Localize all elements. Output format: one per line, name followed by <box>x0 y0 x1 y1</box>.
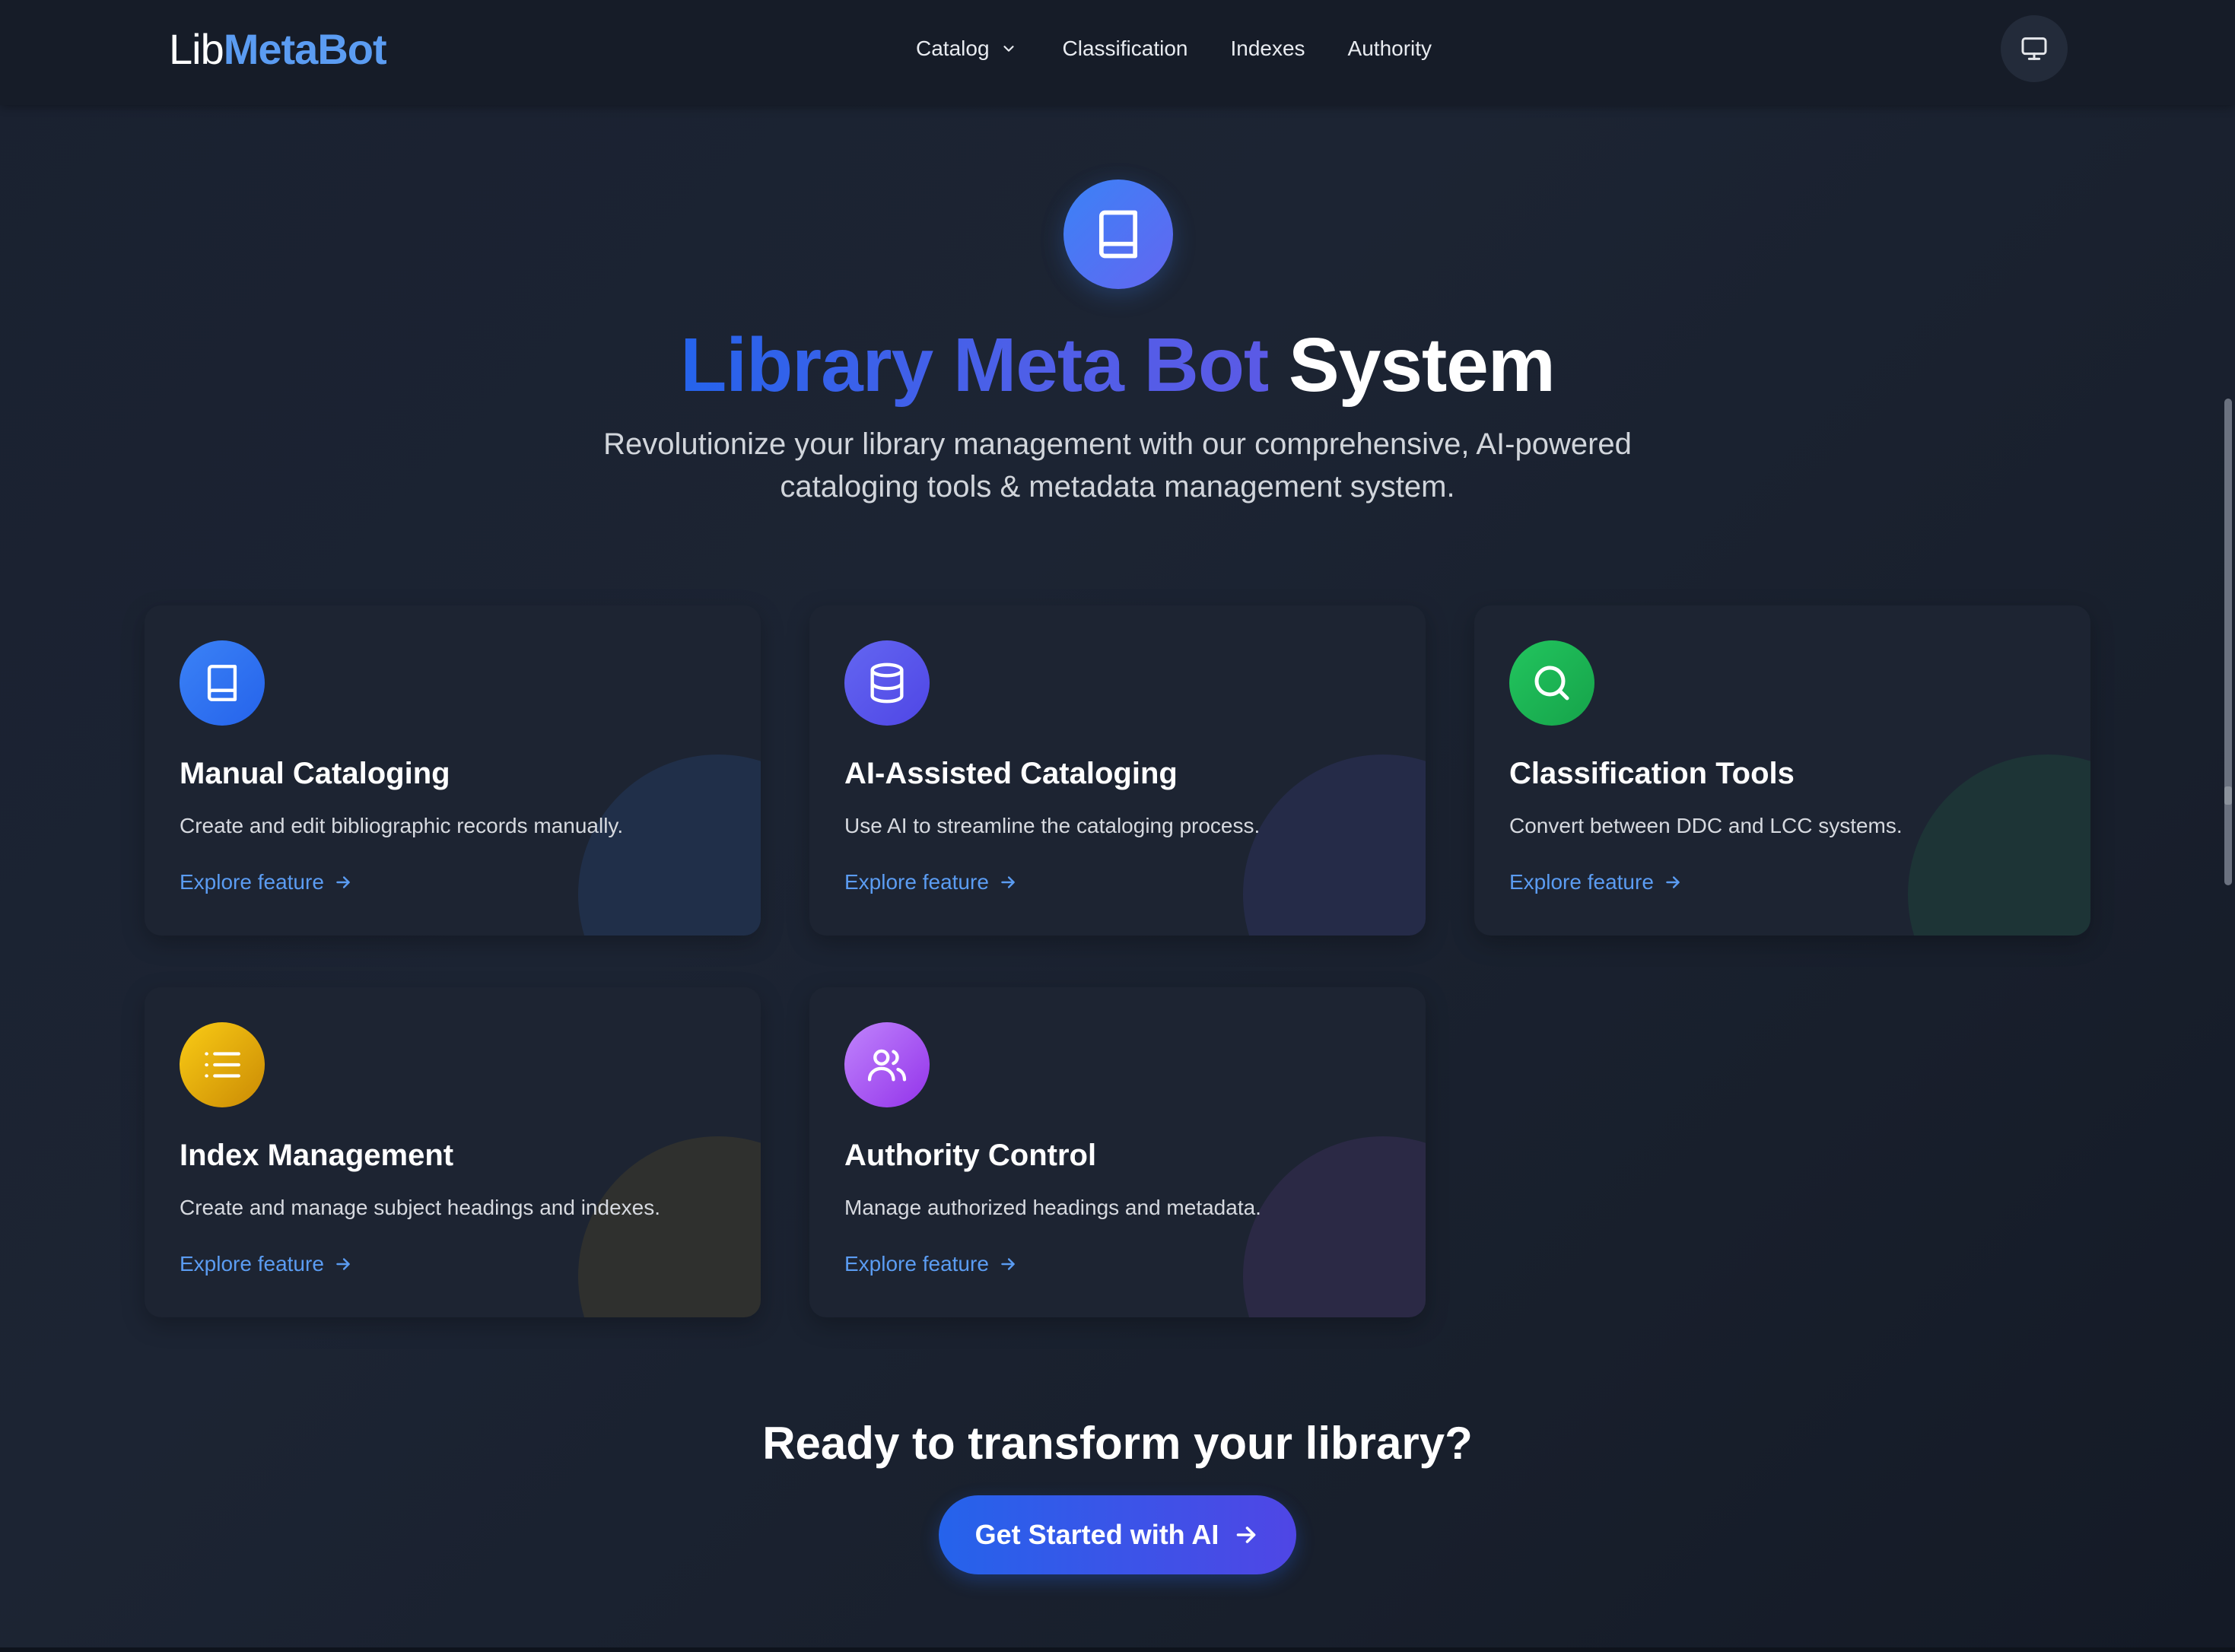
page-subtitle: Revolutionize your library management wi… <box>603 427 1632 504</box>
database-icon <box>870 662 904 704</box>
card-description: Use AI to streamline the cataloging proc… <box>844 814 1261 837</box>
book-icon <box>1098 210 1138 259</box>
card-decoration <box>1243 755 1426 936</box>
card-decoration <box>578 1136 761 1317</box>
nav-link-label: Authority <box>1347 37 1432 60</box>
card-icon-badge <box>180 1022 265 1107</box>
card-description: Convert between DDC and LCC systems. <box>1509 814 1903 837</box>
link-label: Explore feature <box>180 870 324 894</box>
arrow-right-icon <box>1001 1258 1015 1270</box>
card-decoration <box>578 755 761 936</box>
arrow-right-icon <box>336 876 350 888</box>
feature-card-classification-tools[interactable]: Classification Tools Convert between DDC… <box>1474 605 2090 936</box>
card-description: Manage authorized headings and metadata. <box>844 1196 1261 1219</box>
card-icon-badge <box>844 1022 930 1107</box>
feature-card-ai-assisted-cataloging[interactable]: AI-Assisted Cataloging Use AI to streaml… <box>809 605 1426 936</box>
card-icon-badge <box>1509 640 1594 726</box>
page-bottom-edge <box>0 1647 2235 1652</box>
nav-link-authority[interactable]: Authority <box>1348 37 1432 61</box>
link-label: Explore feature <box>844 870 989 894</box>
get-started-button[interactable]: Get Started with AI <box>939 1495 1296 1574</box>
nav-link-label: Classification <box>1062 37 1188 60</box>
nav-links: Catalog Classification Indexes Authority <box>916 33 1432 64</box>
card-title: Index Management <box>180 1139 454 1172</box>
card-description: Create and manage subject headings and i… <box>180 1196 660 1219</box>
explore-feature-link[interactable]: Explore feature <box>844 1250 1018 1278</box>
card-decoration <box>1908 755 2090 936</box>
get-started-label: Get Started with AI <box>974 1519 1219 1550</box>
cta-heading: Ready to transform your library? <box>762 1418 1473 1469</box>
chevron-down-icon <box>1003 46 1014 52</box>
users-icon <box>867 1049 907 1082</box>
logo-suffix: MetaBot <box>223 25 387 73</box>
nav-link-label: Catalog <box>916 37 990 60</box>
book-icon <box>207 665 237 701</box>
arrow-right-icon <box>336 1258 350 1270</box>
explore-feature-link[interactable]: Explore feature <box>180 1250 353 1278</box>
scrollbar-marker <box>2224 786 2232 805</box>
card-title: AI-Assisted Cataloging <box>844 757 1178 790</box>
card-title: Classification Tools <box>1509 757 1795 790</box>
explore-feature-link[interactable]: Explore feature <box>180 869 353 896</box>
feature-card-manual-cataloging[interactable]: Manual Cataloging Create and edit biblio… <box>145 605 761 936</box>
link-label: Explore feature <box>180 1252 324 1276</box>
list-icon <box>205 1052 240 1078</box>
feature-card-index-management[interactable]: Index Management Create and manage subje… <box>145 987 761 1317</box>
nav-link-catalog[interactable]: Catalog <box>916 37 1017 61</box>
page-title-highlight: Library Meta Bot <box>680 322 1269 408</box>
arrow-right-icon <box>1237 1527 1256 1543</box>
card-decoration <box>1243 1136 1426 1317</box>
scrollbar-thumb[interactable] <box>2224 399 2232 885</box>
card-icon-badge <box>844 640 930 726</box>
search-icon <box>1534 666 1569 701</box>
link-label: Explore feature <box>1509 870 1654 894</box>
feature-card-authority-control[interactable]: Authority Control Manage authorized head… <box>809 987 1426 1317</box>
logo[interactable]: LibMetaBot <box>169 23 387 76</box>
card-description: Create and edit bibliographic records ma… <box>180 814 624 837</box>
hero-book-icon-badge <box>1063 179 1173 289</box>
logo-prefix: Lib <box>169 25 224 73</box>
card-title: Manual Cataloging <box>180 757 450 790</box>
nav-link-classification[interactable]: Classification <box>1063 37 1188 61</box>
page-title-plain: System <box>1289 322 1556 408</box>
link-label: Explore feature <box>844 1252 989 1276</box>
nav-link-indexes[interactable]: Indexes <box>1230 37 1305 61</box>
monitor-icon <box>2021 37 2047 60</box>
page-title: Library Meta Bot System <box>0 318 2235 412</box>
explore-feature-link[interactable]: Explore feature <box>1509 869 1683 896</box>
card-title: Authority Control <box>844 1139 1097 1172</box>
card-icon-badge <box>180 640 265 726</box>
explore-feature-link[interactable]: Explore feature <box>844 869 1018 896</box>
arrow-right-icon <box>1666 876 1680 888</box>
nav-link-label: Indexes <box>1230 37 1305 60</box>
top-navbar: LibMetaBot Catalog Classification Indexe… <box>0 0 2235 105</box>
arrow-right-icon <box>1001 876 1015 888</box>
theme-toggle-button[interactable] <box>2001 15 2068 82</box>
